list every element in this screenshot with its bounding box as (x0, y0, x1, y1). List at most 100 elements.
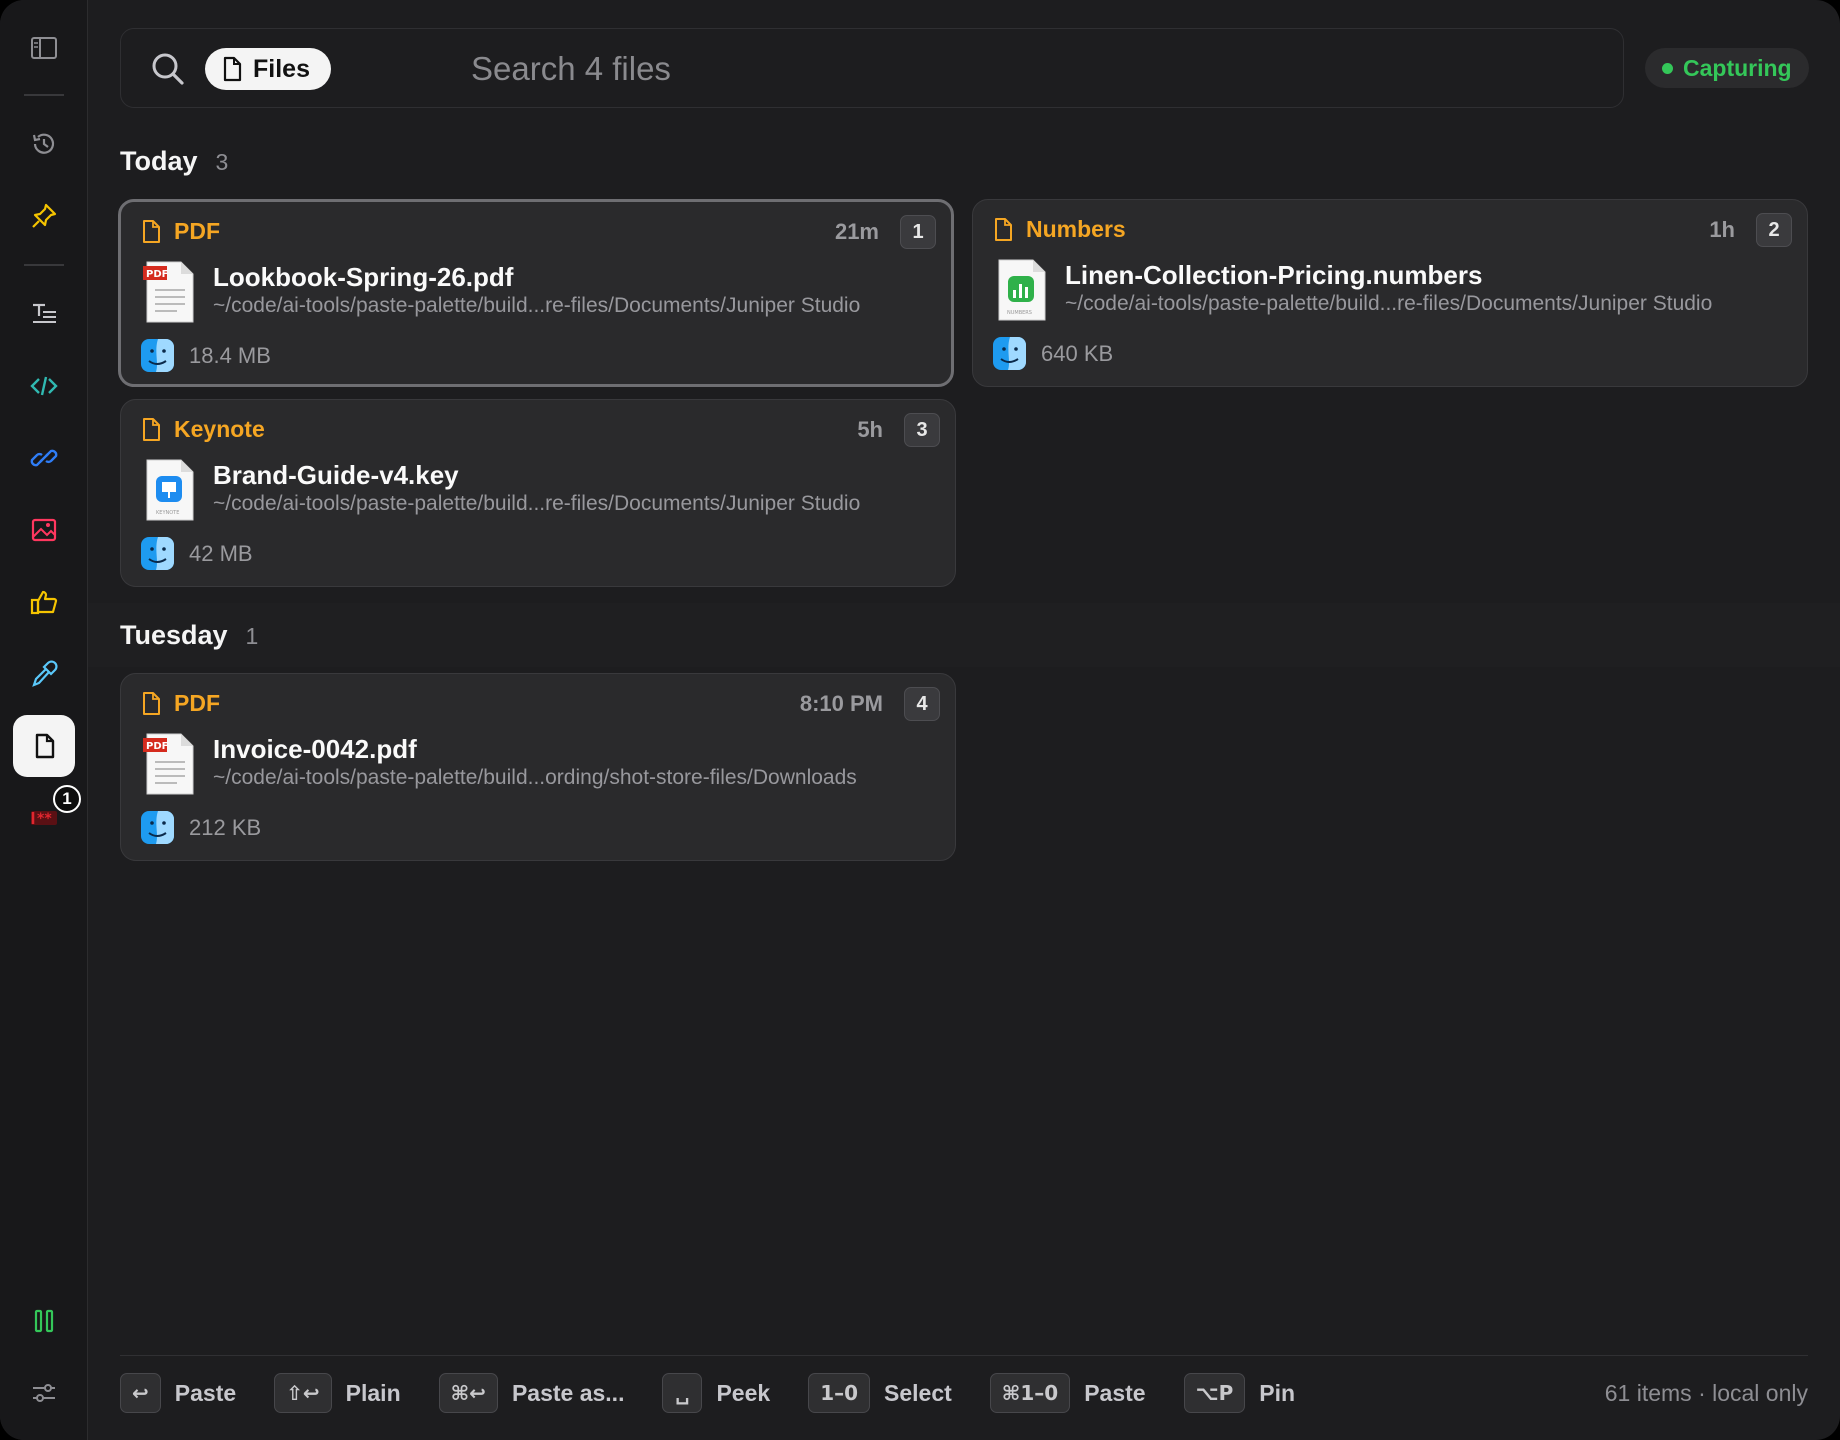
sidebar-item-code[interactable] (13, 355, 75, 417)
footer-divider (120, 1355, 1808, 1356)
image-icon (31, 518, 57, 542)
hint-plain[interactable]: ⇧↩ Plain (274, 1373, 401, 1413)
sidebar-item-favorites[interactable] (13, 571, 75, 633)
quick-index-badge: 1 (900, 215, 936, 249)
hint-label: Paste (174, 1379, 237, 1406)
file-size: 42 MB (189, 541, 253, 566)
hint-paste[interactable]: ↩ Paste (120, 1373, 236, 1413)
hint-peek[interactable]: ␣ Peek (662, 1373, 770, 1413)
numbers-file-icon: NUMBERS (998, 259, 1046, 321)
capture-status-badge[interactable]: Capturing (1645, 48, 1809, 88)
file-card[interactable]: Keynote 5h 3 KEYNOTE Brand-Guide-v4.key … (120, 399, 956, 587)
file-kind-label: PDF (174, 690, 220, 716)
code-icon (30, 376, 58, 396)
file-size: 212 KB (189, 815, 262, 840)
thumbs-up-icon (30, 590, 58, 615)
file-time: 8:10 PM (799, 691, 883, 716)
section-band (88, 603, 1840, 667)
pdf-file-icon: PDF (143, 261, 194, 323)
pdf-file-icon: PDF (143, 733, 194, 795)
sliders-icon (33, 1384, 55, 1402)
pin-icon (32, 203, 57, 228)
key-cap: ⌘1–0 (989, 1373, 1071, 1413)
file-size: 18.4 MB (189, 343, 271, 368)
file-icon (143, 418, 160, 441)
file-kind-label: Keynote (174, 416, 265, 442)
sidebar-item-pinned[interactable] (13, 185, 75, 247)
sidebar-icon (31, 37, 57, 59)
sidebar-item-links[interactable] (13, 427, 75, 489)
file-card[interactable]: PDF 8:10 PM 4 PDF Invoice-0042.pdf ~/cod… (120, 673, 956, 861)
sidebar-item-colors[interactable] (13, 643, 75, 705)
section-title: Tuesday (120, 620, 228, 650)
file-card[interactable]: PDF 21m 1 PDF Lookbook-Spring-26.pdf ~/c… (118, 199, 954, 387)
search-input[interactable] (471, 47, 1571, 91)
svg-text:**: ** (37, 811, 52, 827)
file-path: ~/code/ai-tools/paste-palette/build...or… (213, 766, 857, 789)
sidebar-item-history[interactable] (13, 113, 75, 175)
key-cap: ⌥P (1183, 1373, 1246, 1413)
key-cap: ⌘↩ (438, 1373, 498, 1413)
hint-paste-as[interactable]: ⌘↩ Paste as... (438, 1373, 625, 1413)
file-time: 21m (834, 219, 879, 244)
file-path: ~/code/ai-tools/paste-palette/build...re… (1065, 292, 1713, 315)
pause-icon (34, 1309, 54, 1333)
hint-label: Plain (345, 1379, 401, 1406)
file-time: 5h (857, 417, 883, 442)
section-count: 3 (215, 149, 229, 175)
file-path: ~/code/ai-tools/paste-palette/build...re… (213, 294, 861, 317)
file-kind: Numbers (993, 216, 1126, 243)
sidebar-divider (24, 94, 64, 96)
key-cap: ␣ (662, 1373, 703, 1413)
pause-capture-button[interactable] (13, 1290, 75, 1352)
file-kind: PDF (141, 218, 220, 245)
passwords-badge: 1 (53, 785, 81, 813)
quick-index-badge: 3 (904, 413, 940, 447)
text-lines-icon (33, 303, 56, 323)
file-icon (35, 733, 55, 759)
hint-paste-index[interactable]: ⌘1–0 Paste (989, 1373, 1146, 1413)
file-name: Invoice-0042.pdf (213, 734, 417, 764)
files-filter-chip[interactable]: Files (205, 48, 331, 90)
hint-label: Peek (716, 1379, 771, 1406)
section-header-today: Today 3 (120, 146, 228, 177)
svg-text:PDF: PDF (146, 741, 168, 752)
finder-icon (141, 339, 174, 372)
hint-label: Pin (1259, 1379, 1296, 1406)
file-icon (143, 220, 160, 243)
file-name: Lookbook-Spring-26.pdf (213, 262, 514, 292)
file-path: ~/code/ai-tools/paste-palette/build...re… (213, 492, 861, 515)
svg-text:PDF: PDF (146, 269, 168, 280)
file-kind: Keynote (141, 416, 265, 443)
sidebar-item-files[interactable] (13, 715, 75, 777)
key-cap: ⇧↩ (274, 1373, 332, 1413)
link-icon (30, 449, 58, 467)
sidebar-toggle-button[interactable] (13, 17, 75, 79)
file-kind-label: Numbers (1026, 216, 1126, 242)
file-name: Brand-Guide-v4.key (213, 460, 459, 490)
sidebar: ** 1 (0, 0, 88, 1440)
hint-select[interactable]: 1–0 Select (808, 1373, 952, 1413)
hint-label: Paste (1084, 1379, 1146, 1406)
svg-text:NUMBERS: NUMBERS (1007, 310, 1032, 316)
file-card[interactable]: Numbers 1h 2 NUMBERS Linen-Collection-Pr… (972, 199, 1808, 387)
finder-icon (141, 811, 174, 844)
sidebar-item-text[interactable] (13, 283, 75, 345)
capture-status-label: Capturing (1683, 54, 1792, 81)
hint-label: Paste as... (511, 1379, 625, 1406)
key-cap: 1–0 (808, 1373, 871, 1413)
sidebar-item-images[interactable] (13, 499, 75, 561)
quick-index-badge: 2 (1756, 213, 1792, 247)
section-header-tuesday: Tuesday 1 (120, 620, 258, 651)
item-count-status: 61 items · local only (1604, 1380, 1808, 1406)
quick-index-badge: 4 (904, 687, 940, 721)
shortcut-hints: ↩ Paste ⇧↩ Plain ⌘↩ Paste as... ␣ Peek 1… (120, 1373, 1333, 1413)
hint-pin[interactable]: ⌥P Pin (1183, 1373, 1296, 1413)
file-icon (223, 56, 242, 82)
hint-label: Select (884, 1379, 952, 1406)
svg-text:KEYNOTE: KEYNOTE (156, 510, 179, 516)
search-bar: Files (120, 28, 1624, 108)
sidebar-divider (24, 264, 64, 266)
settings-button[interactable] (13, 1362, 75, 1424)
eyedropper-icon (32, 660, 58, 687)
